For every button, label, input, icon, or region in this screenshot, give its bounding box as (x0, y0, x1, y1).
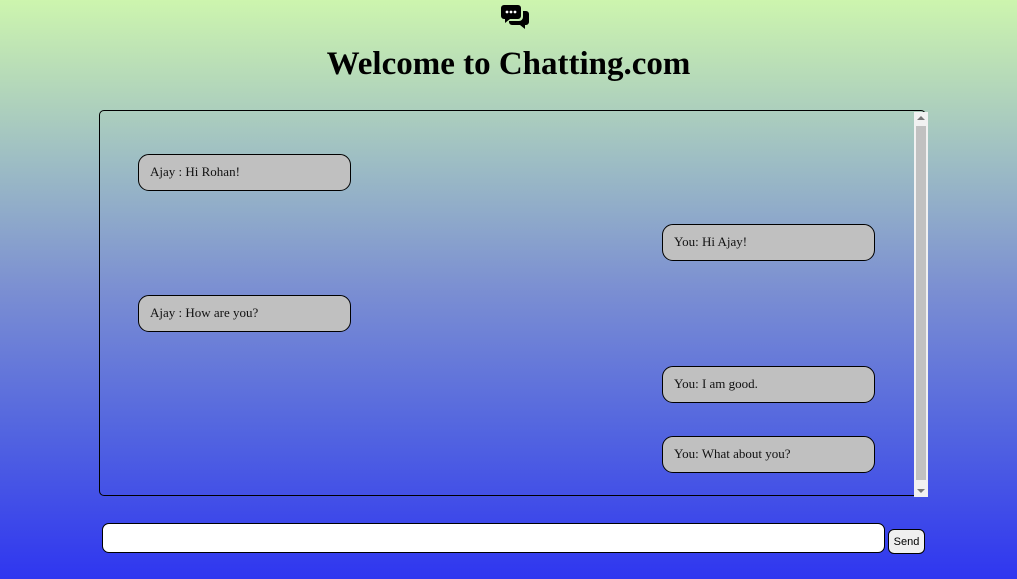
chat-bubbles-icon (501, 5, 529, 29)
message-bubble-incoming: Ajay : How are you? (138, 295, 351, 332)
message-bubble-outgoing: You: What about you? (662, 436, 875, 473)
scroll-down-arrow-icon[interactable] (917, 489, 925, 493)
message-input[interactable] (102, 523, 885, 553)
scroll-up-arrow-icon[interactable] (917, 116, 925, 120)
chat-messages-panel[interactable]: Ajay : Hi Rohan! You: Hi Ajay! Ajay : Ho… (99, 110, 926, 496)
scrollbar-thumb[interactable] (916, 126, 926, 480)
message-bubble-incoming: Ajay : Hi Rohan! (138, 154, 351, 191)
chat-scrollbar[interactable] (914, 112, 928, 497)
message-bubble-outgoing: You: I am good. (662, 366, 875, 403)
send-button[interactable]: Send (888, 529, 925, 554)
page-title: Welcome to Chatting.com (326, 46, 691, 82)
message-bubble-outgoing: You: Hi Ajay! (662, 224, 875, 261)
